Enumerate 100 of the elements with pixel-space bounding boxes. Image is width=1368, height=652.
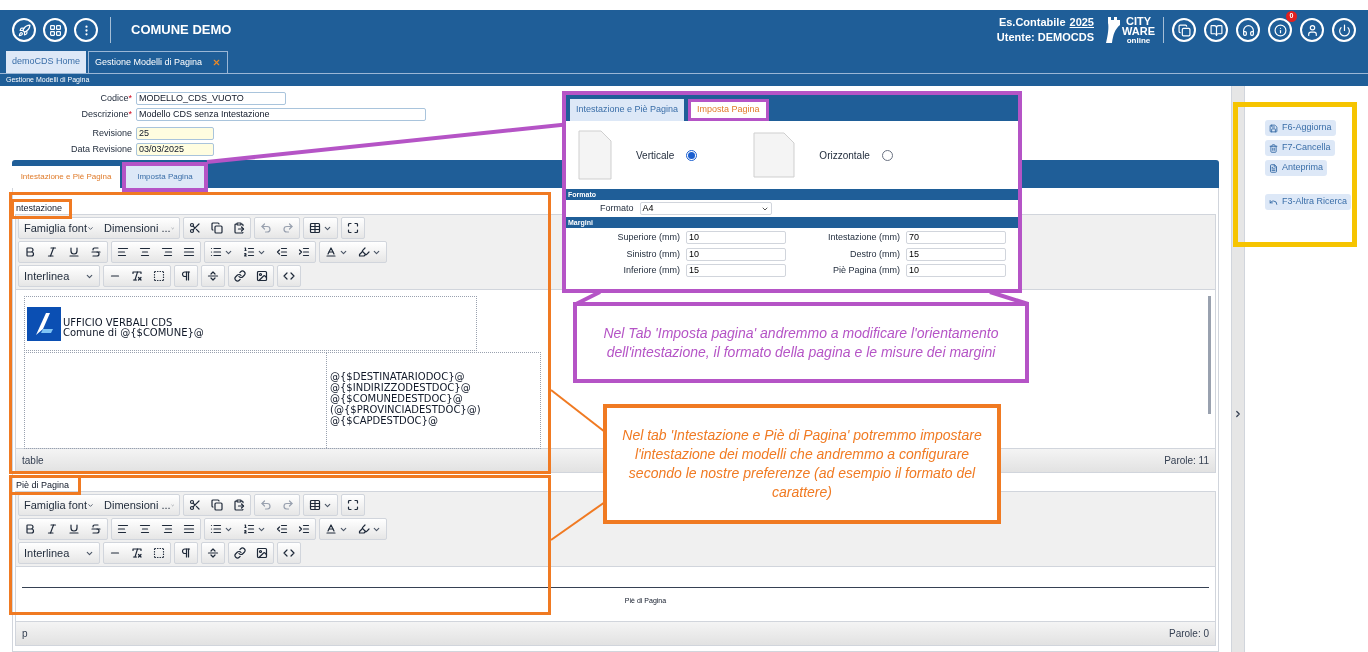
menu-button[interactable]: [74, 18, 98, 42]
input-field[interactable]: Modello CDS senza Intestazione: [136, 107, 426, 121]
element-path: table: [22, 454, 44, 468]
input-field[interactable]: 10: [686, 247, 786, 261]
line-height-dropdown[interactable]: Interlinea: [19, 543, 99, 563]
tab[interactable]: Gestione Modelli di Pagina: [88, 51, 229, 73]
preview-icon: [1269, 163, 1278, 173]
page-icon: [578, 130, 612, 180]
field-label: Formato: [600, 201, 634, 215]
line-height-dropdown[interactable]: Interlinea: [19, 266, 99, 286]
align-left-icon: [117, 523, 129, 535]
rocket-button[interactable]: [12, 18, 36, 42]
format-select[interactable]: A4: [639, 202, 772, 215]
bold-icon: [24, 523, 36, 535]
highlight-icon: [358, 246, 370, 258]
logo-icon: [27, 306, 61, 341]
link-icon: [234, 270, 246, 282]
action-button[interactable]: F3-Altra Ricerca: [1265, 194, 1351, 210]
windows-icon: [1177, 23, 1191, 37]
fiscal-year-label: Es.Contabile: [998, 15, 1066, 30]
book-icon: [1209, 23, 1223, 37]
field-label: Inferiore (mm): [623, 264, 680, 277]
connector-line: [550, 501, 606, 541]
font-size-dropdown[interactable]: Dimensioni ...: [99, 218, 179, 238]
fullscreen-icon: [347, 499, 359, 511]
page-icon: [753, 132, 796, 178]
windows-button[interactable]: [1172, 18, 1196, 42]
input-field[interactable]: MODELLO_CDS_VUOTO: [136, 92, 286, 106]
field-label: Superiore (mm): [617, 231, 680, 244]
font-family-dropdown[interactable]: Famiglia font: [19, 495, 99, 515]
field-label: Data Revisione: [69, 142, 132, 156]
paragraph-icon: [180, 270, 192, 282]
rocket-icon: [17, 23, 31, 37]
support-icon: [1241, 23, 1255, 37]
tab[interactable]: Intestazione e Piè Pagina: [570, 99, 685, 121]
show-blocks-icon: [153, 270, 165, 282]
logo-text: CITY: [1125, 15, 1152, 26]
delete-icon: [1269, 143, 1278, 153]
input-field[interactable]: 15: [906, 247, 1006, 261]
cut-icon: [189, 222, 201, 234]
input-field[interactable]: 10: [686, 231, 786, 245]
justify-icon: [183, 246, 195, 258]
tab[interactable]: Imposta Pagina: [126, 166, 204, 188]
user-button[interactable]: [1300, 18, 1324, 42]
input-field[interactable]: 15: [686, 264, 786, 278]
field-label: Descrizione*: [80, 107, 132, 121]
user-icon: [1305, 23, 1319, 37]
callout-text: Nel tab 'Intestazione e Piè di Pagina' potremmo impostare l'intestazione dei modelli che andremmo a configurare secondo le nostre preferenze (ad esempio il formato del carattere): [603, 404, 1001, 524]
element-path: p: [22, 627, 28, 641]
link-icon: [234, 547, 246, 559]
input-field[interactable]: 03/03/2025: [136, 142, 214, 156]
word-count: Parole: 0: [1168, 627, 1209, 641]
fullscreen-icon: [347, 222, 359, 234]
power-button[interactable]: [1332, 18, 1356, 42]
strikethrough-icon: [90, 246, 102, 258]
field-label: Codice*: [99, 92, 132, 105]
address-text: @{$DESTINATARIODOC}@ @{$INDIRIZZODESTDOC}@ @{$COMUNEDESTDOC}@ (@{$PROVINCIADESTDOC}@) @{$CAPDESTDOC}@: [329, 370, 481, 428]
support-button[interactable]: [1236, 18, 1260, 42]
undo-icon: [260, 222, 272, 234]
input-field[interactable]: 70: [906, 231, 1006, 245]
indent-icon: [298, 246, 310, 258]
underline-icon: [68, 523, 80, 535]
copy-icon: [211, 222, 223, 234]
bullet-list-icon: [210, 246, 222, 258]
apps-icon: [48, 23, 62, 37]
indent-icon: [298, 523, 310, 535]
copy-icon: [211, 499, 223, 511]
action-button[interactable]: F6-Aggiorna: [1265, 120, 1336, 136]
align-right-icon: [161, 246, 173, 258]
clear-format-icon: [131, 270, 143, 282]
power-icon: [1337, 23, 1351, 37]
underline-icon: [68, 246, 80, 258]
field-label: Destro (mm): [850, 247, 900, 261]
table-icon: [309, 222, 321, 234]
undo-icon: [260, 499, 272, 511]
align-center-icon: [139, 523, 151, 535]
book-button[interactable]: [1204, 18, 1228, 42]
fiscal-year-link[interactable]: 2025: [1069, 15, 1094, 30]
scrollbar[interactable]: [1208, 296, 1211, 414]
expand-handle-icon[interactable]: [1233, 409, 1243, 419]
user-label: Utente: DEMOCDS: [996, 30, 1094, 45]
apps-button[interactable]: [43, 18, 67, 42]
font-size-dropdown[interactable]: Dimensioni ...: [99, 495, 179, 515]
tab[interactable]: demoCDS Home: [6, 51, 87, 73]
font-family-dropdown[interactable]: Famiglia font: [19, 218, 99, 238]
page-break-icon: [207, 547, 219, 559]
justify-icon: [183, 523, 195, 535]
redo-icon: [282, 499, 294, 511]
action-button[interactable]: F7-Cancella: [1265, 140, 1335, 156]
paste-icon: [233, 499, 245, 511]
field-label: Sinistro (mm): [626, 247, 680, 261]
numbered-list-icon: [243, 523, 255, 535]
paragraph-icon: [180, 547, 192, 559]
info-icon: [1273, 23, 1287, 37]
input-field[interactable]: 10: [906, 264, 1006, 278]
input-field[interactable]: 25: [136, 127, 214, 141]
text-color-icon: [325, 246, 337, 258]
close-icon[interactable]: [212, 58, 222, 67]
action-button[interactable]: Anteprima: [1265, 160, 1328, 176]
paste-icon: [233, 222, 245, 234]
